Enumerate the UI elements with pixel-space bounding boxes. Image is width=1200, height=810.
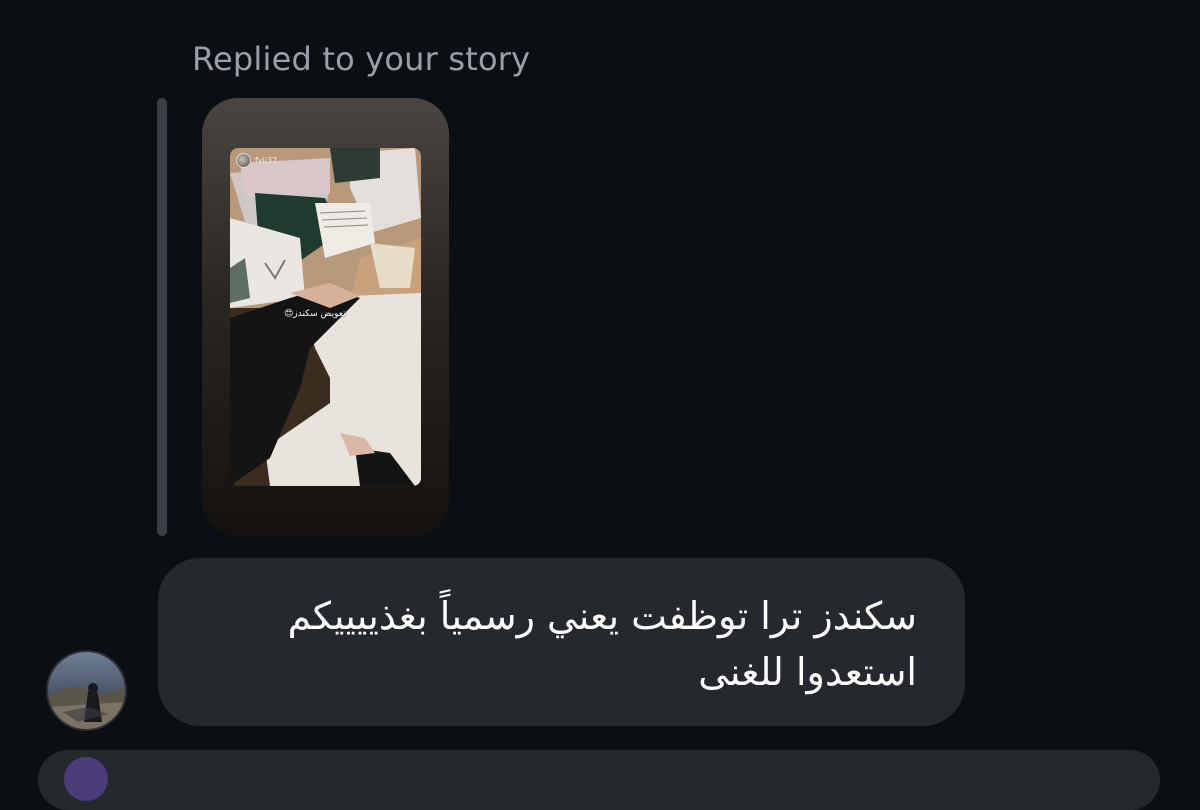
story-thumbnail[interactable]: fvii37 تعويض سكندز😍 <box>230 148 421 486</box>
message-bubble[interactable]: سكندز ترا توظفت يعني رسمياً بغذييييكم اس… <box>158 558 965 726</box>
story-user-avatar-icon <box>236 153 251 168</box>
user-avatar-icon <box>48 652 125 729</box>
next-message-bubble[interactable] <box>38 750 1160 810</box>
story-caption: تعويض سكندز😍 <box>284 309 346 319</box>
message-line: استعدوا للغنى <box>698 650 917 694</box>
story-preview-card[interactable]: fvii37 تعويض سكندز😍 <box>202 98 449 536</box>
message-text: سكندز ترا توظفت يعني رسمياً بغذييييكم اس… <box>187 588 917 700</box>
replied-to-story-label: Replied to your story <box>192 40 531 78</box>
message-line: سكندز ترا توظفت يعني رسمياً بغذييييكم <box>287 594 917 638</box>
reply-quote-bar <box>157 98 167 536</box>
sender-avatar[interactable] <box>46 650 127 731</box>
story-username: fvii37 <box>255 156 278 165</box>
next-sender-avatar-icon[interactable] <box>64 757 108 801</box>
story-header: fvii37 <box>236 153 277 168</box>
